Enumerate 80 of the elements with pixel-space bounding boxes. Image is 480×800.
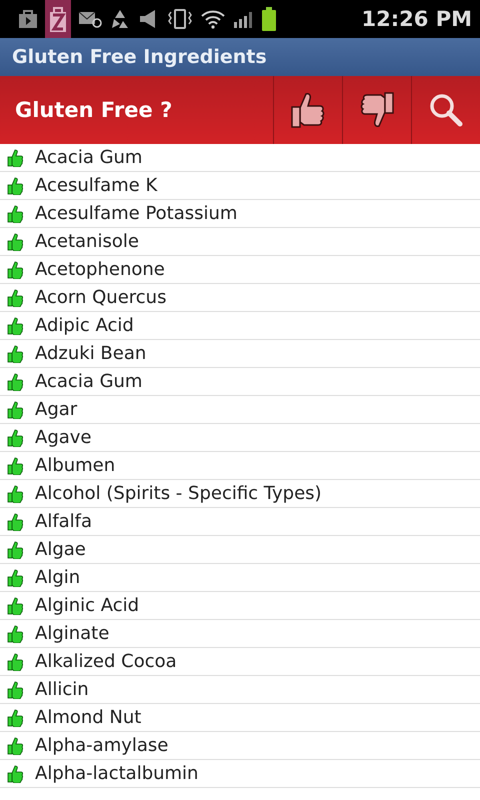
vibrate-icon <box>167 8 193 30</box>
clock-time: 12:26 PM <box>362 7 472 31</box>
thumbs-up-icon <box>7 624 23 642</box>
ingredient-name: Agar <box>35 399 78 420</box>
ingredient-name: Acacia Gum <box>35 147 142 168</box>
ingredient-item[interactable]: Adipic Acid <box>0 312 480 340</box>
ingredient-name: Alginic Acid <box>35 595 140 616</box>
thumbs-up-icon <box>7 512 23 530</box>
thumbs-up-icon <box>7 596 23 614</box>
ingredient-item[interactable]: Agar <box>0 396 480 424</box>
ingredient-item[interactable]: Acorn Quercus <box>0 284 480 312</box>
ingredient-item[interactable]: Alfalfa <box>0 508 480 536</box>
ingredient-item[interactable]: Allicin <box>0 676 480 704</box>
ingredient-item[interactable]: Almond Nut <box>0 704 480 732</box>
ingredient-name: Agave <box>35 427 92 448</box>
thumbs-up-icon <box>7 316 23 334</box>
ingredient-item[interactable]: Algae <box>0 536 480 564</box>
ingredient-name: Adzuki Bean <box>35 343 146 364</box>
thumbs-up-icon <box>7 764 23 782</box>
thumbs-up-icon <box>7 652 23 670</box>
ingredient-name: Acesulfame K <box>35 175 158 196</box>
thumbs-up-icon <box>7 484 23 502</box>
ingredient-name: Acetanisole <box>35 231 139 252</box>
ingredient-item[interactable]: Adzuki Bean <box>0 340 480 368</box>
ingredient-name: Almond Nut <box>35 707 142 728</box>
ingredient-item[interactable]: Alpha-amylase <box>0 732 480 760</box>
ingredient-name: Acacia Gum <box>35 371 142 392</box>
ingredient-name: Alpha-lactalbumin <box>35 763 198 784</box>
thumbs-up-icon <box>7 344 23 362</box>
ingredient-item[interactable]: Acetanisole <box>0 228 480 256</box>
thumbs-up-icon <box>7 232 23 250</box>
wifi-icon <box>200 9 226 29</box>
thumbs-up-icon <box>7 204 23 222</box>
email-icon <box>78 10 102 28</box>
ingredient-name: Alfalfa <box>35 511 92 532</box>
window-title: Gluten Free Ingredients <box>12 46 267 68</box>
ingredient-name: Albumen <box>35 455 116 476</box>
ingredient-item[interactable]: Acacia Gum <box>0 368 480 396</box>
thumbs-up-icon <box>7 260 23 278</box>
thumbs-up-icon <box>7 428 23 446</box>
ingredient-name: Alkalized Cocoa <box>35 651 177 672</box>
ingredient-name: Acetophenone <box>35 259 165 280</box>
ingredient-item[interactable]: Acacia Gum <box>0 144 480 172</box>
ingredient-name: Algae <box>35 539 86 560</box>
ingredient-name: Allicin <box>35 679 89 700</box>
battery-icon <box>262 7 276 31</box>
ingredient-name: Alcohol (Spirits - Specific Types) <box>35 483 322 504</box>
letter-z-bag-icon <box>45 0 71 38</box>
signal-icon <box>233 10 255 28</box>
thumbs-up-icon <box>7 680 23 698</box>
thumbs-up-icon <box>7 708 23 726</box>
ingredient-item[interactable]: Alpha-lactalbumin <box>0 760 480 788</box>
ingredient-item[interactable]: Agave <box>0 424 480 452</box>
thumbs-up-icon <box>7 568 23 586</box>
ingredient-item[interactable]: Alginate <box>0 620 480 648</box>
ingredient-item[interactable]: Albumen <box>0 452 480 480</box>
thumbs-up-icon <box>7 400 23 418</box>
thumbs-up-icon <box>7 288 23 306</box>
ingredient-item[interactable]: Alkalized Cocoa <box>0 648 480 676</box>
ingredient-name: Alginate <box>35 623 110 644</box>
thumbs-up-icon <box>7 456 23 474</box>
thumbs-up-icon <box>7 372 23 390</box>
shopping-bag-icon <box>18 9 38 29</box>
ingredient-item[interactable]: Algin <box>0 564 480 592</box>
ingredient-name: Acorn Quercus <box>35 287 166 308</box>
ingredient-item[interactable]: Acesulfame Potassium <box>0 200 480 228</box>
thumbs-up-icon <box>7 148 23 166</box>
thumbs-up-icon <box>7 176 23 194</box>
action-bar-title: Gluten Free ? <box>14 98 174 122</box>
search-icon <box>428 92 464 128</box>
thumbs-up-icon <box>7 736 23 754</box>
ingredient-name: Alpha-amylase <box>35 735 168 756</box>
thumbs-up-icon <box>7 540 23 558</box>
ingredient-name: Acesulfame Potassium <box>35 203 238 224</box>
ingredient-item[interactable]: Acetophenone <box>0 256 480 284</box>
ingredient-name: Algin <box>35 567 80 588</box>
ingredient-item[interactable]: Alginic Acid <box>0 592 480 620</box>
ingredient-name: Adipic Acid <box>35 315 134 336</box>
ingredient-item[interactable]: Alcohol (Spirits - Specific Types) <box>0 480 480 508</box>
ingredient-item[interactable]: Acesulfame K <box>0 172 480 200</box>
